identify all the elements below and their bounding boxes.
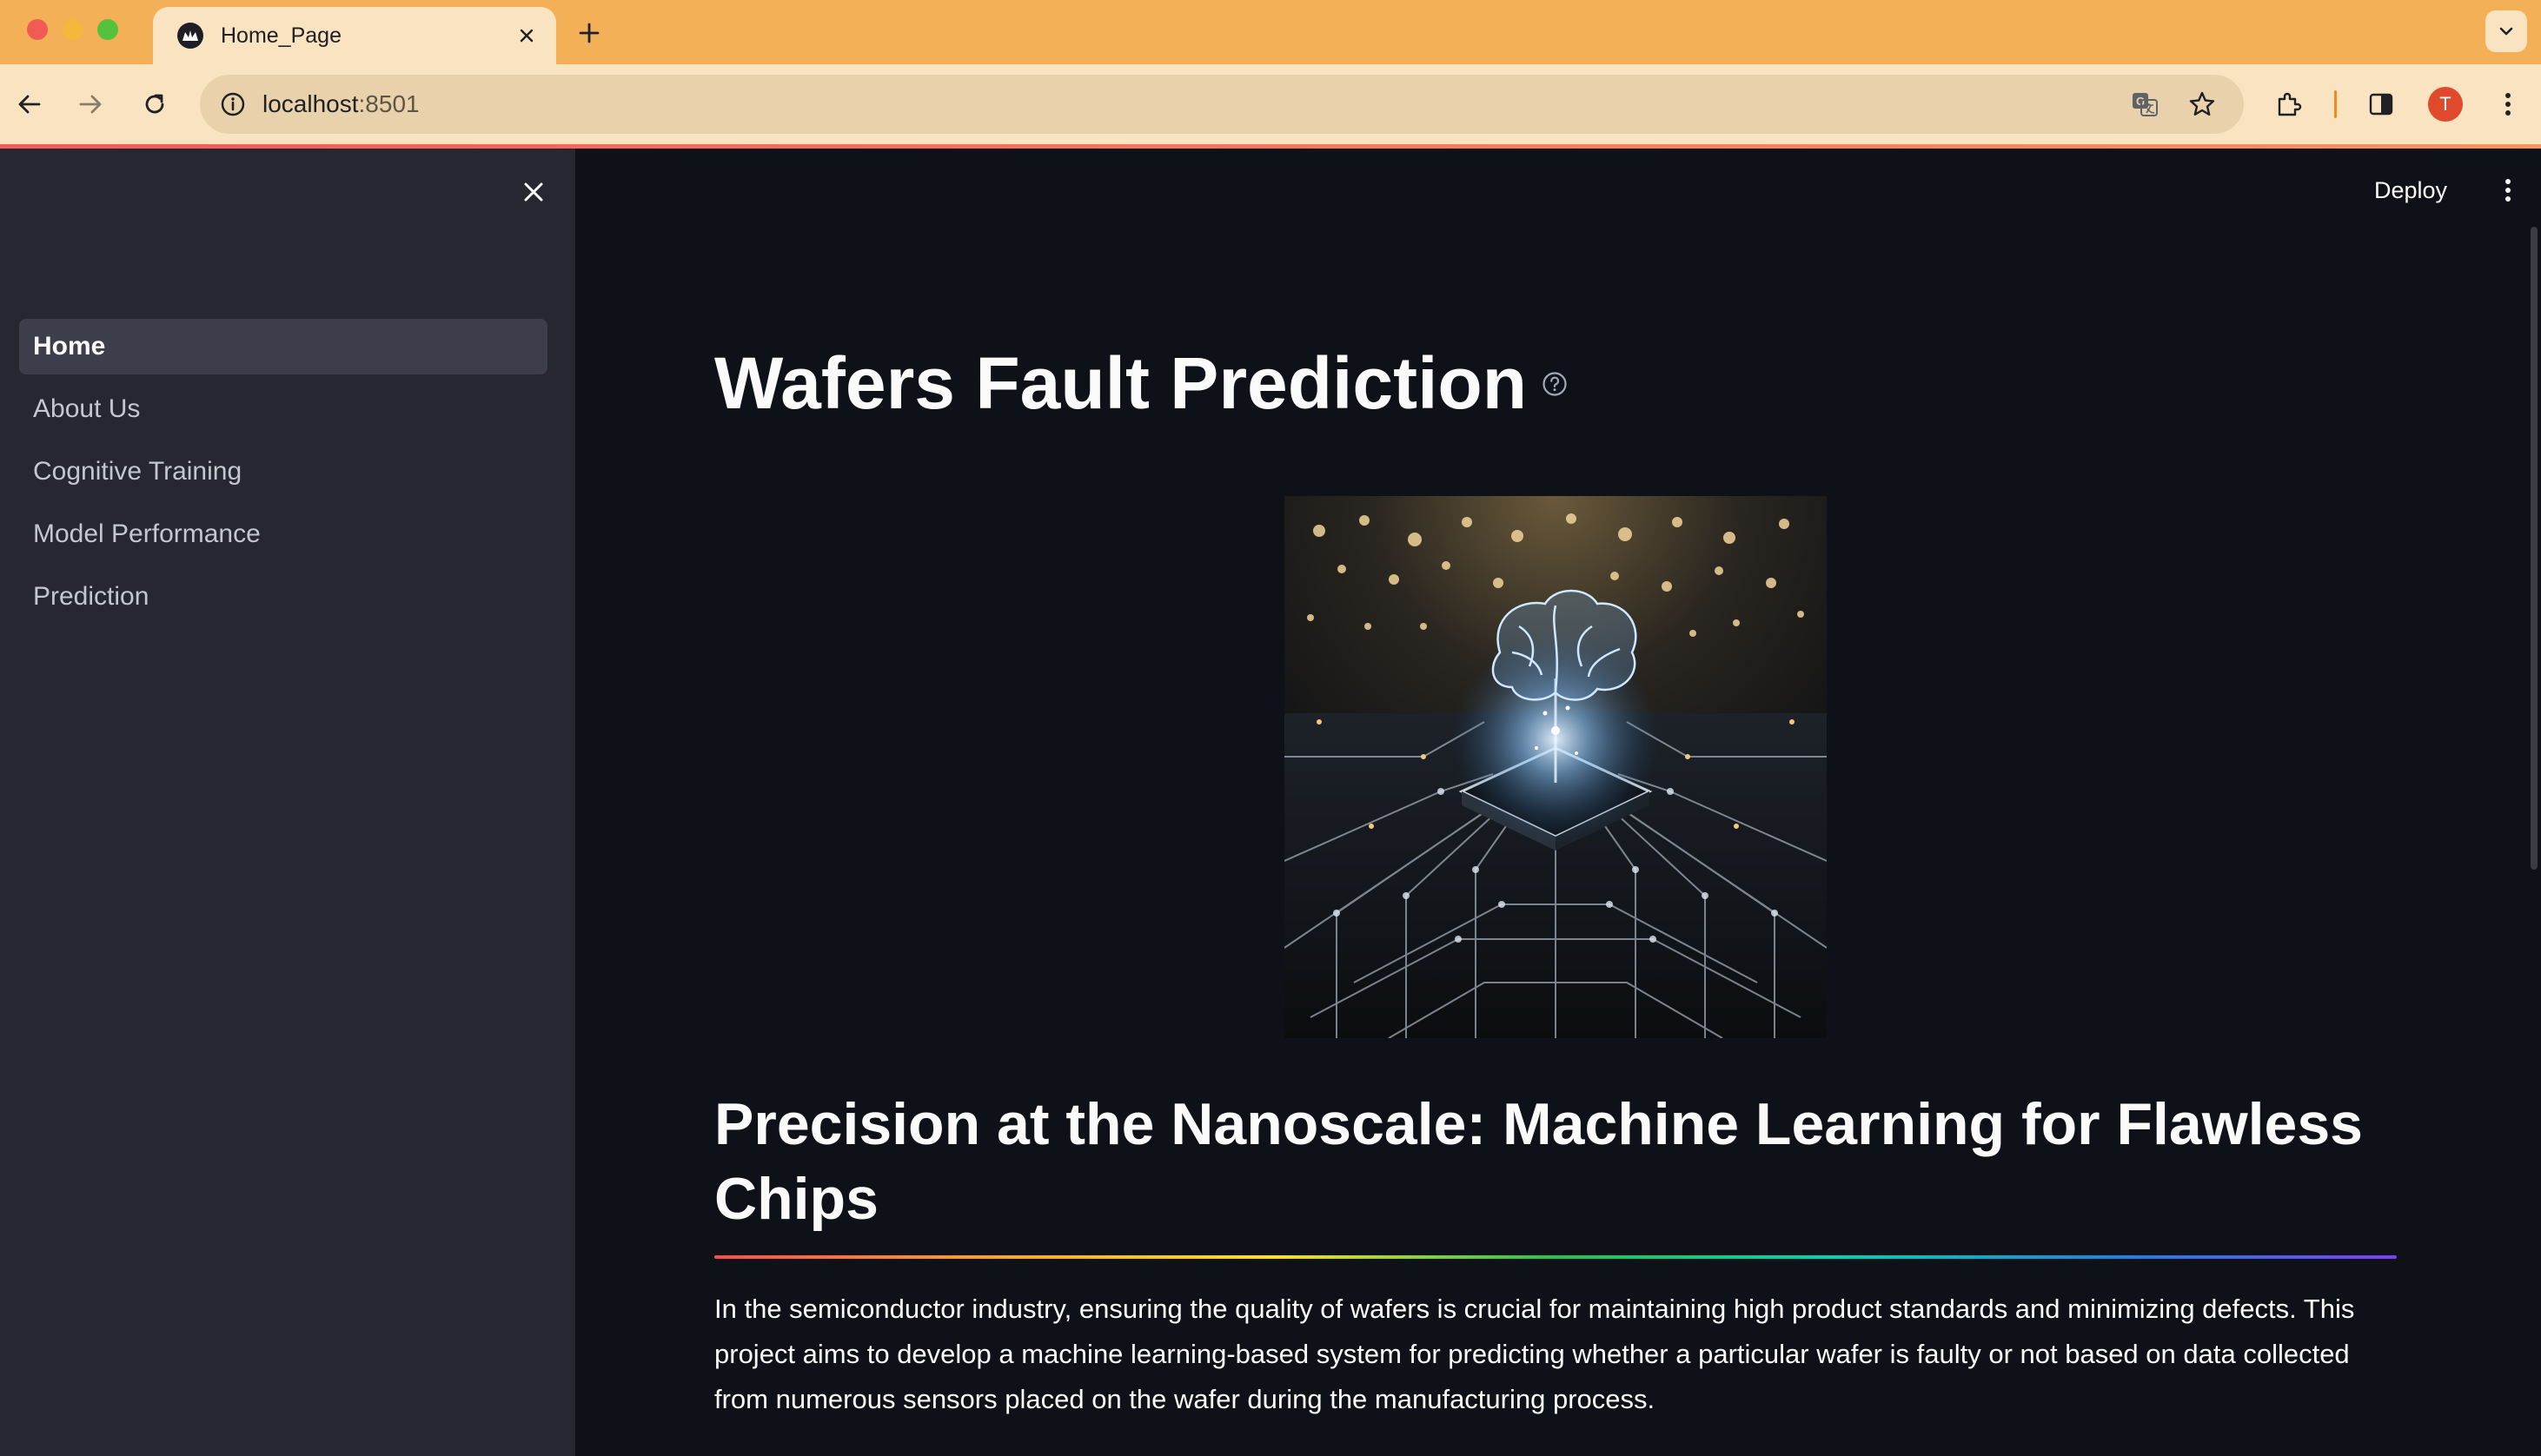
back-arrow-icon[interactable]	[9, 83, 50, 125]
url-text: localhost:8501	[262, 75, 420, 134]
tab-title: Home_Page	[221, 23, 342, 48]
close-icon[interactable]	[513, 22, 541, 50]
project-description: In the semiconductor industry, ensuring …	[714, 1294, 2355, 1414]
reload-icon[interactable]	[134, 83, 176, 125]
sidebar-item-model-performance[interactable]: Model Performance	[19, 506, 547, 562]
profile-avatar[interactable]: T	[2428, 87, 2463, 122]
kebab-menu-icon[interactable]	[2487, 169, 2529, 211]
sidebar-nav: Home About Us Cognitive Training Model P…	[19, 319, 547, 632]
window-zoom-button[interactable]	[97, 19, 118, 40]
translate-icon[interactable]: G	[2127, 87, 2162, 122]
side-panel-icon[interactable]	[2360, 83, 2402, 125]
close-icon[interactable]	[513, 171, 554, 213]
sidebar-item-home[interactable]: Home	[19, 319, 547, 374]
deploy-button[interactable]: Deploy	[2365, 169, 2456, 211]
page-subtitle: Precision at the Nanoscale: Machine Lear…	[714, 1091, 2363, 1232]
main-content: Deploy Wafers Fault Prediction Precision…	[575, 149, 2541, 1456]
url-port: :8501	[358, 90, 420, 117]
toolbar-divider	[2334, 90, 2337, 118]
hero-image-brain-chip	[1284, 496, 1827, 1038]
subtitle-divider	[714, 1255, 2397, 1259]
help-circle-icon[interactable]	[1541, 370, 1569, 398]
address-bar[interactable]: localhost:8501 G	[200, 75, 2244, 134]
scrollbar-thumb[interactable]	[2531, 227, 2538, 870]
sidebar-item-about-us[interactable]: About Us	[19, 381, 547, 437]
streamlit-favicon-icon	[177, 23, 203, 49]
window-close-button[interactable]	[27, 19, 48, 40]
star-icon[interactable]	[2185, 87, 2219, 122]
sidebar: Home About Us Cognitive Training Model P…	[0, 149, 575, 1456]
plus-icon[interactable]	[570, 14, 608, 52]
window-minimize-button[interactable]	[63, 19, 83, 40]
sidebar-item-cognitive-training[interactable]: Cognitive Training	[19, 444, 547, 500]
page-title: Wafers Fault Prediction	[714, 341, 1569, 426]
sidebar-item-prediction[interactable]: Prediction	[19, 569, 547, 625]
page-title-text: Wafers Fault Prediction	[714, 342, 1528, 424]
browser-tabstrip: Home_Page	[0, 0, 2541, 64]
chevron-down-icon[interactable]	[2485, 10, 2527, 52]
forward-arrow-icon[interactable]	[70, 83, 111, 125]
scrollbar[interactable]	[2531, 227, 2538, 1456]
info-icon[interactable]	[217, 89, 249, 120]
browser-toolbar: localhost:8501 G T	[0, 64, 2541, 144]
kebab-menu-icon[interactable]	[2487, 83, 2529, 125]
url-host: localhost	[262, 90, 359, 117]
extensions-icon[interactable]	[2268, 83, 2310, 125]
browser-tab-active[interactable]: Home_Page	[153, 7, 556, 64]
